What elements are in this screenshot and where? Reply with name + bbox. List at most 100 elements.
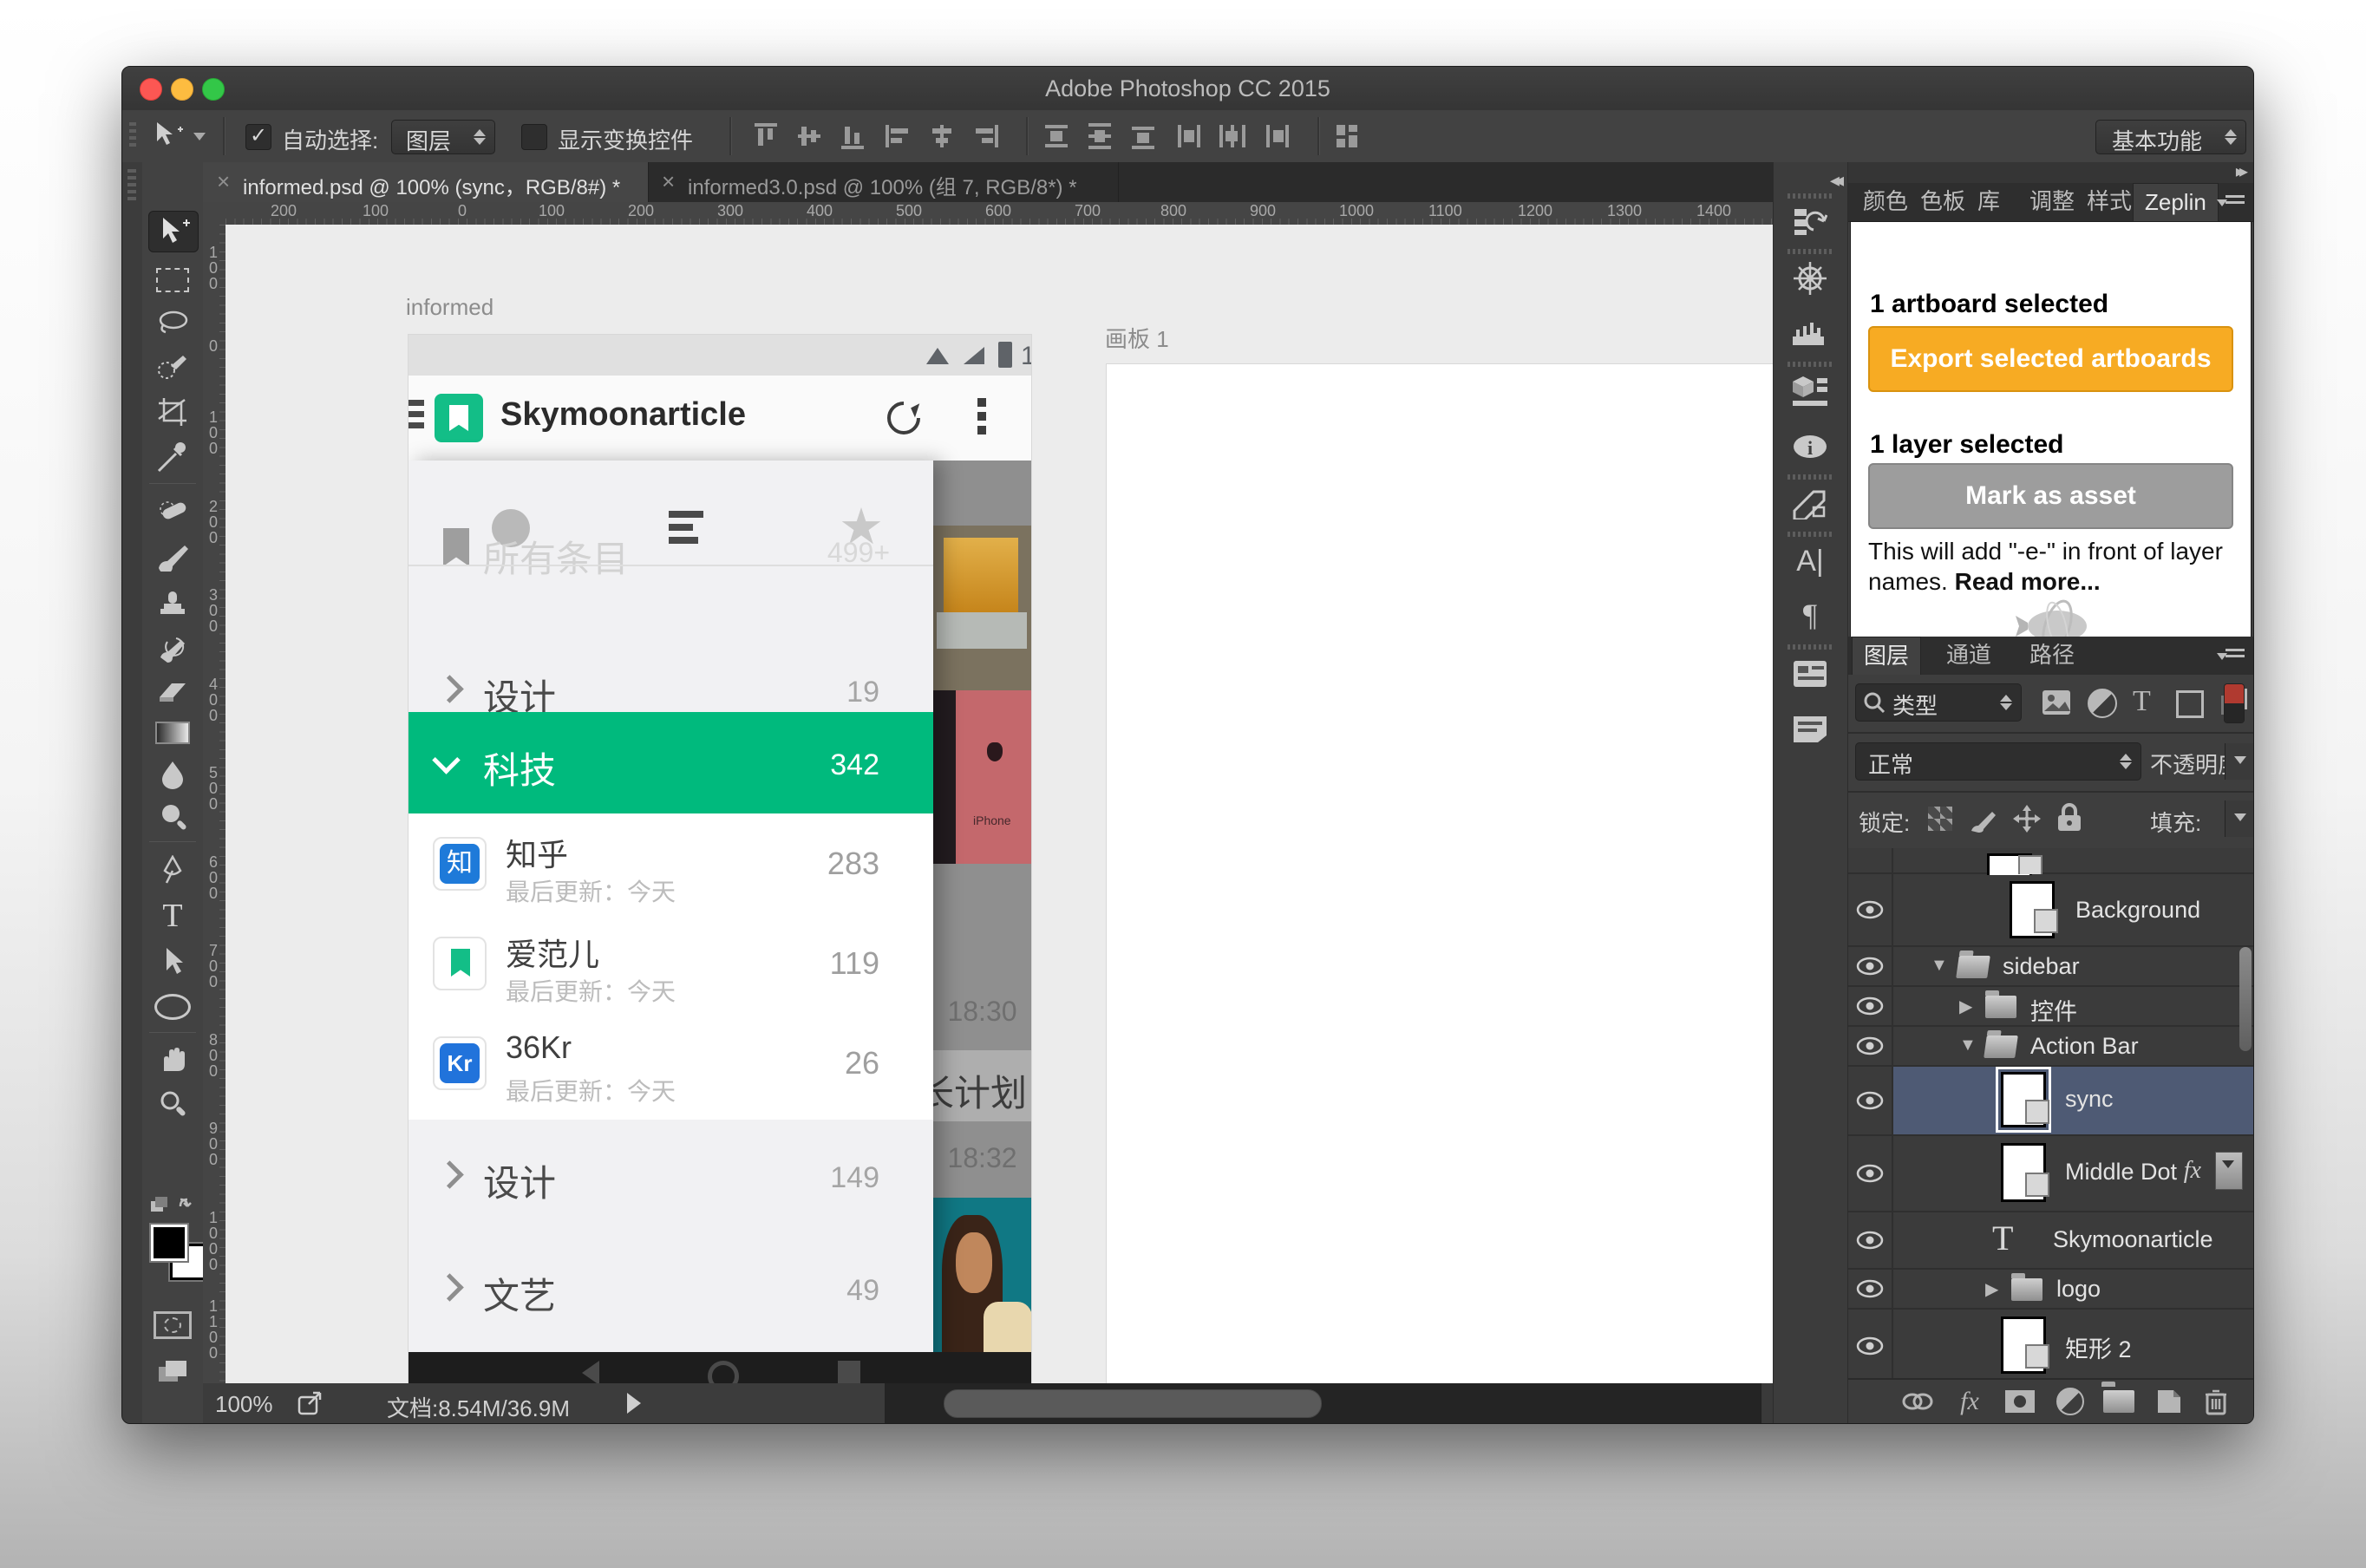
layer-row-action-bar[interactable]: ▼ Action Bar xyxy=(1848,1027,2253,1067)
pen-tool[interactable] xyxy=(148,850,197,890)
tab-layers[interactable]: 图层 xyxy=(1852,637,1922,675)
distribute-right-edges-icon[interactable] xyxy=(1263,123,1292,149)
hand-tool[interactable] xyxy=(148,1040,197,1080)
paragraph-styles-panel-icon[interactable] xyxy=(1788,710,1832,748)
path-selection-tool[interactable] xyxy=(148,941,197,981)
filter-shape-layers-icon[interactable] xyxy=(2176,690,2204,718)
layer-row-partial[interactable] xyxy=(1848,848,2253,875)
horizontal-ruler[interactable]: 200 100 0 100 200 300 400 500 600 700 800 900 … xyxy=(225,202,1799,225)
lock-transparent-pixels-icon[interactable] xyxy=(1928,807,1952,831)
filter-type-layers-icon[interactable]: T xyxy=(2133,685,2151,718)
fx-collapse-button[interactable] xyxy=(2215,1152,2243,1190)
character-panel-icon[interactable]: A| xyxy=(1788,542,1832,580)
collapse-triangle-icon[interactable]: ▶ xyxy=(1985,1278,1998,1300)
eyedropper-tool[interactable] xyxy=(148,437,197,477)
new-group-icon[interactable] xyxy=(2101,1387,2136,1416)
3d-panel-icon[interactable] xyxy=(1788,372,1832,410)
lasso-tool[interactable] xyxy=(148,304,197,343)
scrollbar-thumb[interactable] xyxy=(944,1389,1322,1418)
align-vertical-centers-icon[interactable] xyxy=(794,123,824,149)
visibility-eye-icon[interactable] xyxy=(1848,1212,1893,1268)
expand-triangle-icon[interactable]: ▼ xyxy=(1931,956,1948,976)
clone-source-panel-icon[interactable] xyxy=(1788,485,1832,523)
tools-grip[interactable] xyxy=(127,169,136,204)
new-layer-icon[interactable] xyxy=(2152,1387,2186,1416)
histogram-panel-icon[interactable] xyxy=(1788,315,1832,353)
character-styles-panel-icon[interactable] xyxy=(1788,655,1832,693)
screen-mode-button[interactable] xyxy=(148,1352,197,1392)
tab-libraries[interactable]: 库 xyxy=(1966,183,2011,220)
collapse-triangle-icon[interactable]: ▶ xyxy=(1959,996,1972,1017)
distribute-left-edges-icon[interactable] xyxy=(1176,123,1206,149)
collapse-panels-icon[interactable]: ▸▸ xyxy=(2236,160,2248,182)
blend-mode-dropdown[interactable]: 正常 xyxy=(1855,742,2141,781)
artboard-label-informed[interactable]: informed xyxy=(406,294,493,321)
auto-select-dropdown[interactable]: 图层 xyxy=(391,120,495,154)
artboard-label-board2[interactable]: 画板 1 xyxy=(1105,322,1169,354)
auto-align-icon[interactable] xyxy=(1333,123,1363,149)
artboard-2[interactable] xyxy=(1107,364,1774,1383)
align-horizontal-centers-icon[interactable] xyxy=(929,123,958,149)
layer-row-rect2[interactable]: 矩形 2 xyxy=(1848,1310,2253,1380)
layer-style-icon[interactable]: fx xyxy=(1952,1387,1987,1416)
fx-label[interactable]: fx xyxy=(2184,1157,2201,1185)
auto-select-checkbox[interactable]: ✓ xyxy=(245,124,271,150)
read-more-link[interactable]: Read more... xyxy=(1955,568,2101,595)
tab-paths[interactable]: 路径 xyxy=(2018,637,2086,674)
type-tool[interactable]: T xyxy=(148,896,197,936)
visibility-eye-icon[interactable] xyxy=(1848,1067,1893,1134)
visibility-eye-icon[interactable] xyxy=(1848,987,1893,1025)
layer-row-skymoonarticle[interactable]: T Skymoonarticle xyxy=(1848,1212,2253,1270)
share-icon[interactable] xyxy=(297,1390,324,1416)
filter-adjustment-layers-icon[interactable] xyxy=(2088,689,2117,718)
paragraph-panel-icon[interactable]: ¶ xyxy=(1788,596,1832,634)
delete-layer-icon[interactable] xyxy=(2199,1387,2233,1416)
visibility-eye-icon[interactable] xyxy=(1848,1136,1893,1211)
quick-mask-button[interactable] xyxy=(148,1305,197,1345)
show-transform-checkbox[interactable] xyxy=(521,124,547,150)
swap-colors-icon[interactable] xyxy=(149,1194,196,1223)
crop-tool[interactable] xyxy=(148,392,197,432)
expand-panels-icon[interactable]: ◂◂ xyxy=(1830,169,1844,192)
canvas[interactable]: informed 画板 1 12:30 xyxy=(225,225,1774,1383)
layers-scrollbar-thumb[interactable] xyxy=(2239,947,2252,1051)
adjustment-layer-icon[interactable] xyxy=(2053,1387,2088,1416)
healing-brush-tool[interactable] xyxy=(148,492,197,532)
export-artboards-button[interactable]: Export selected artboards xyxy=(1868,326,2233,392)
zoom-level[interactable]: 100% xyxy=(215,1391,273,1418)
quick-selection-tool[interactable] xyxy=(148,347,197,387)
marquee-tool[interactable] xyxy=(148,260,197,300)
filter-pixel-layers-icon[interactable] xyxy=(2041,689,2072,716)
visibility-eye-icon[interactable] xyxy=(1848,947,1893,985)
navigator-panel-icon[interactable] xyxy=(1788,259,1832,297)
visibility-eye-icon[interactable] xyxy=(1848,1310,1893,1380)
zoom-tool[interactable] xyxy=(148,1084,197,1124)
distribute-bottom-edges-icon[interactable] xyxy=(1128,123,1158,149)
tab-zeplin[interactable]: Zeplin xyxy=(2133,183,2219,221)
layer-row-logo[interactable]: ▶ logo xyxy=(1848,1270,2253,1310)
panel-menu-icon[interactable] xyxy=(2217,192,2246,212)
tab-informed-psd[interactable]: × informed.psd @ 100% (sync，RGB/8#) * xyxy=(203,162,649,202)
visibility-eye-icon[interactable] xyxy=(1848,1027,1893,1065)
horizontal-scrollbar[interactable] xyxy=(885,1383,1761,1423)
visibility-eye-icon[interactable] xyxy=(1848,1270,1893,1308)
clone-stamp-tool[interactable] xyxy=(148,583,197,623)
tab-informed3-psd[interactable]: × informed3.0.psd @ 100% (组 7, RGB/8*) * xyxy=(648,162,1119,202)
move-tool-options-icon[interactable] xyxy=(152,121,186,158)
lock-image-pixels-icon[interactable] xyxy=(1970,805,1999,833)
expand-triangle-icon[interactable]: ▼ xyxy=(1959,1036,1977,1055)
link-layers-icon[interactable] xyxy=(1900,1387,1935,1416)
mark-as-asset-button[interactable]: Mark as asset xyxy=(1868,463,2233,529)
visibility-eye-icon[interactable] xyxy=(1848,874,1893,945)
gradient-tool[interactable] xyxy=(148,713,197,753)
layer-row-middle-dot[interactable]: Middle Dot fx xyxy=(1848,1136,2253,1212)
eraser-tool[interactable] xyxy=(148,671,197,711)
artboard-informed[interactable]: 12:30 Skymoonarticle xyxy=(408,335,1031,1383)
layer-row-sidebar[interactable]: ▼ sidebar xyxy=(1848,947,2253,987)
tab-channels[interactable]: 通道 xyxy=(1935,637,2003,674)
ellipse-tool[interactable] xyxy=(148,987,197,1027)
distribute-top-edges-icon[interactable] xyxy=(1042,123,1071,149)
align-bottom-edges-icon[interactable] xyxy=(838,123,867,149)
filter-type-dropdown[interactable]: 类型 xyxy=(1855,683,2022,722)
history-panel-icon[interactable] xyxy=(1788,202,1832,240)
